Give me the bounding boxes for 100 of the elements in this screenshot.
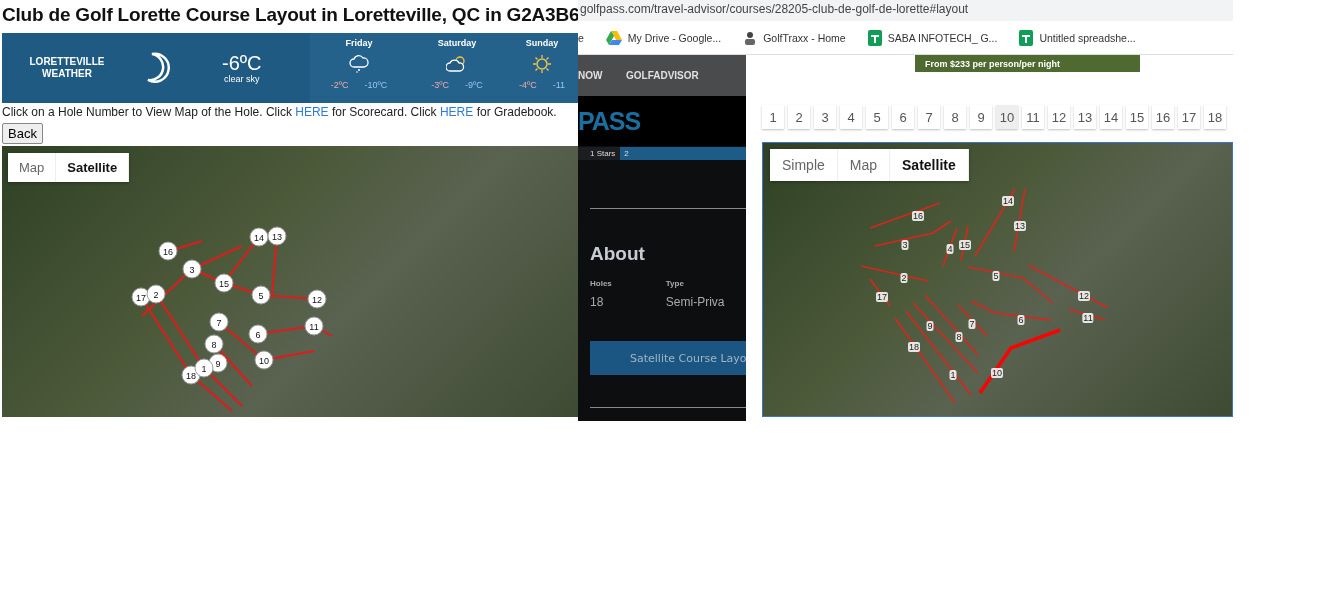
section-heading: About — [590, 243, 646, 265]
hole-label[interactable]: 14 — [1002, 196, 1014, 206]
current-temperature: -6ºC — [222, 52, 262, 74]
hole-tab[interactable]: 4 — [840, 105, 862, 129]
hole-label[interactable]: 2 — [900, 273, 908, 283]
hole-tab[interactable]: 11 — [1022, 105, 1044, 129]
cloud-sun-icon — [446, 54, 468, 74]
hole-marker[interactable]: 3 — [182, 259, 202, 279]
hole-tab[interactable]: 8 — [944, 105, 966, 129]
triangle-logo-icon — [605, 30, 622, 45]
forecast-low: -10ºC — [364, 80, 388, 90]
hole-marker[interactable]: 16 — [158, 241, 178, 261]
satellite-map[interactable]: Simple Map Satellite 16 14 13 3 4 15 2 5 17 12 11 7 6 9 8 18 1 10 — [762, 142, 1233, 417]
hole-label[interactable]: 18 — [908, 342, 920, 352]
ad-text: From $233 per person/per night — [925, 58, 1061, 69]
hole-label[interactable]: 13 — [1014, 221, 1026, 231]
hole-tab[interactable]: 9 — [970, 105, 992, 129]
hole-marker[interactable]: 6 — [248, 324, 268, 344]
hole-tab[interactable]: 14 — [1100, 105, 1122, 129]
rating-bar-label: 2 — [620, 147, 746, 160]
hole-label[interactable]: 4 — [946, 244, 954, 254]
hole-marker[interactable]: 8 — [204, 334, 224, 354]
hole-tab[interactable]: 5 — [866, 105, 888, 129]
hole-tab[interactable]: 12 — [1048, 105, 1070, 129]
bookmark[interactable]: Untitled spreadshe... — [1019, 29, 1136, 46]
sun-icon — [531, 54, 553, 74]
hole-label[interactable]: 16 — [912, 211, 924, 221]
map-type-tab[interactable]: Simple — [770, 149, 838, 181]
hole-tab[interactable]: 1 — [762, 105, 784, 129]
hole-tab[interactable]: 10 — [996, 105, 1018, 129]
bookmark[interactable]: GolfTraxx - Home — [743, 30, 846, 45]
page-title: Club de Golf Lorette Course Layout in Loretteville, QC in G2A3B6 — [1, 3, 578, 27]
hole-marker[interactable]: 17 — [131, 287, 151, 307]
hole-tab[interactable]: 2 — [788, 105, 810, 129]
hole-marker[interactable]: 13 — [267, 226, 287, 246]
fact-value: 18 — [590, 295, 605, 309]
back-button[interactable]: Back — [2, 123, 43, 144]
hole-label[interactable]: 9 — [926, 321, 934, 331]
hole-tab[interactable]: 15 — [1126, 105, 1148, 129]
hole-marker[interactable]: 12 — [307, 289, 327, 309]
map-type-tab[interactable]: Map — [8, 153, 57, 182]
hole-label[interactable]: 10 — [991, 368, 1003, 378]
here-link[interactable]: HERE — [295, 105, 329, 119]
rating-bar-label: 1 Stars — [578, 147, 621, 160]
hole-label[interactable]: 1 — [949, 370, 957, 380]
fact-label: Type — [665, 279, 685, 288]
hole-label[interactable]: 3 — [901, 240, 909, 250]
course-layout-button[interactable]: Satellite Course Layo — [590, 341, 746, 375]
forecast-low: -11 — [552, 80, 566, 90]
ad-banner[interactable]: From $233 per person/per night — [915, 55, 1140, 72]
forecast-day: Sunday — [525, 38, 559, 48]
hole-marker[interactable]: 11 — [304, 316, 324, 336]
forecast-high: -3ºC — [431, 80, 449, 90]
spreadsheet-icon — [867, 29, 882, 46]
forecast-high: -2ºC — [330, 80, 349, 90]
hole-label[interactable]: 7 — [968, 319, 976, 329]
hole-tab[interactable]: 13 — [1074, 105, 1096, 129]
nav-link[interactable]: NOW — [578, 70, 604, 81]
weather-location: LORETTEVILLE — [29, 56, 105, 68]
hole-tab[interactable]: 6 — [892, 105, 914, 129]
snow-cloud-icon — [348, 54, 370, 74]
hole-label[interactable]: 12 — [1078, 291, 1090, 301]
bookmark[interactable]: e — [578, 31, 584, 44]
satellite-map[interactable]: Map Satellite 14 13 16 3 15 17 2 5 12 7 11 6 8 9 10 18 1 — [2, 146, 578, 417]
fact-value: Semi-Priva — [665, 295, 725, 309]
forecast-day: Saturday — [437, 38, 477, 48]
forecast-high: -4ºC — [518, 80, 537, 90]
hole-label[interactable]: 8 — [955, 332, 963, 342]
hole-marker[interactable]: 15 — [214, 273, 234, 293]
hole-label[interactable]: 11 — [1082, 313, 1094, 323]
spreadsheet-icon — [1019, 29, 1034, 46]
forecast-day: Friday — [345, 38, 373, 48]
hole-tab[interactable]: 17 — [1178, 105, 1200, 129]
bookmark[interactable]: SABA INFOTECH_ G... — [867, 29, 998, 46]
hole-tab[interactable]: 3 — [814, 105, 836, 129]
forecast-low: -9ºC — [465, 80, 483, 90]
weather-condition: clear sky — [224, 74, 260, 84]
map-type-tab[interactable]: Satellite — [56, 153, 130, 182]
map-type-tab[interactable]: Map — [837, 149, 891, 181]
hole-label[interactable]: 6 — [1017, 315, 1025, 325]
nav-link[interactable]: GOLFADVISOR — [626, 70, 699, 81]
hole-tab[interactable]: 7 — [918, 105, 940, 129]
here-link[interactable]: HERE — [439, 105, 474, 119]
person-icon — [743, 30, 758, 45]
hole-marker[interactable]: 7 — [209, 312, 229, 332]
hole-marker[interactable]: 14 — [249, 227, 269, 247]
fact-label: Holes — [590, 279, 612, 288]
hole-marker[interactable]: 2 — [146, 284, 166, 304]
instructions-text: Click on a Hole Number to View Map of the Hole. Click HERE for Scorecard. Click HERE for Gradebook. — [2, 105, 558, 119]
hole-marker[interactable]: 5 — [251, 285, 271, 305]
map-type-tab[interactable]: Satellite — [890, 149, 969, 181]
hole-label[interactable]: 5 — [992, 271, 1000, 281]
bookmark[interactable]: My Drive - Google... — [605, 30, 722, 45]
hole-label[interactable]: 17 — [876, 292, 888, 302]
hole-marker[interactable]: 10 — [254, 350, 274, 370]
address-bar[interactable]: golfpass.com/travel-advisor/courses/28205-club-de-golf-de-lorette#layout — [578, 0, 1233, 21]
hole-tab[interactable]: 18 — [1204, 105, 1226, 129]
hole-label[interactable]: 15 — [959, 240, 971, 250]
hole-tab[interactable]: 16 — [1152, 105, 1174, 129]
weather-label: WEATHER — [42, 68, 92, 80]
